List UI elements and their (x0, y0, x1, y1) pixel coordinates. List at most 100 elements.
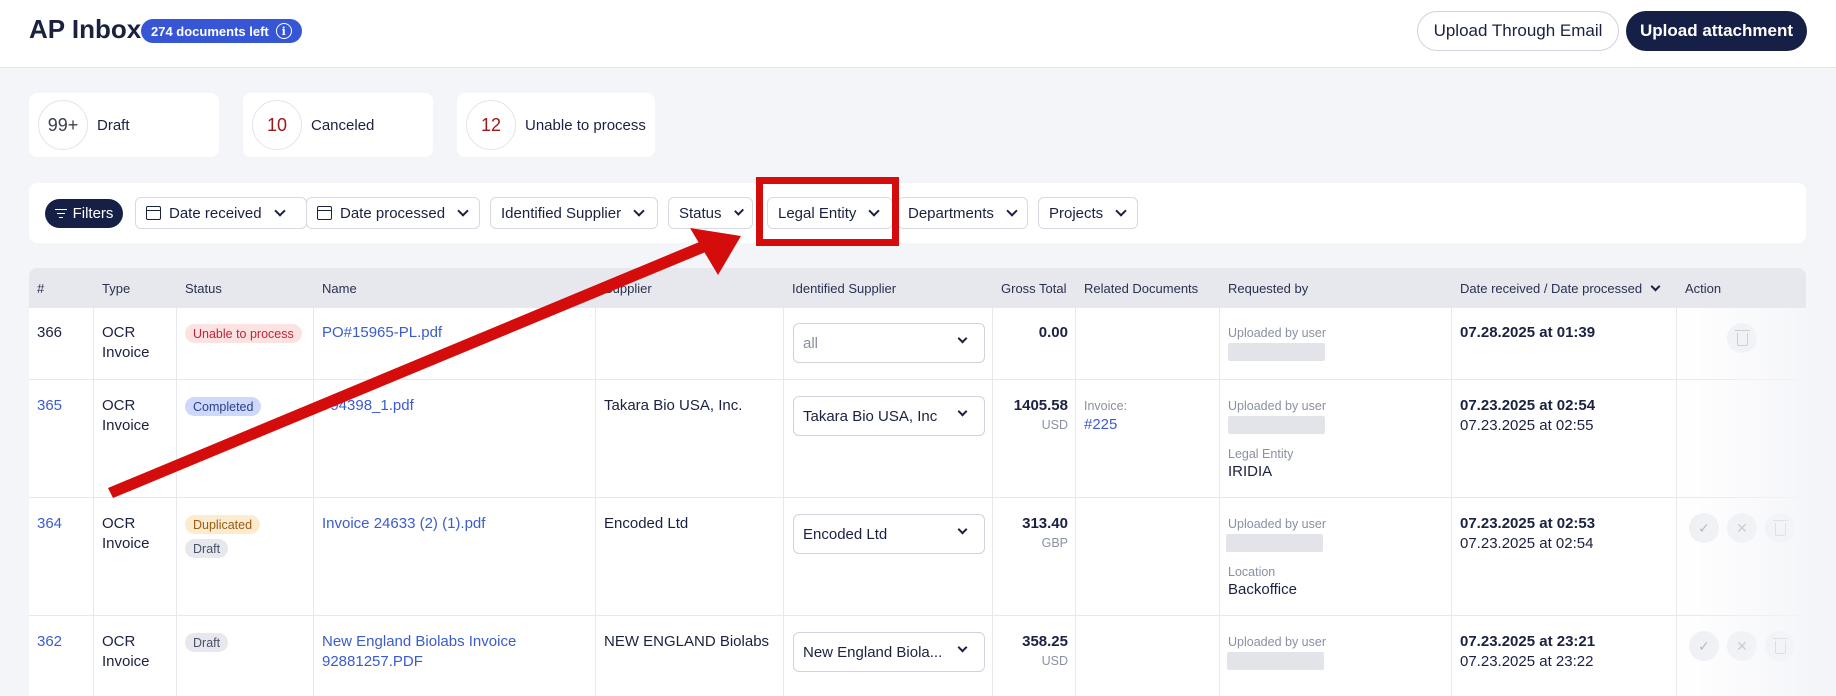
location-value: Backoffice (1228, 581, 1297, 598)
column-divider (783, 268, 784, 696)
stat-count: 10 (252, 100, 302, 150)
stat-card-draft[interactable]: 99+ Draft (29, 93, 219, 157)
column-header-date[interactable]: Date received / Date processed (1460, 268, 1661, 308)
redacted-user (1227, 652, 1324, 670)
column-header: # (37, 280, 45, 296)
calendar-icon (146, 206, 161, 220)
gross-total: 313.40 (1022, 515, 1068, 532)
column-divider (1451, 268, 1452, 696)
column-header: Supplier (604, 280, 652, 296)
row-divider (29, 615, 1806, 616)
status-badge: Draft (185, 539, 229, 558)
chevron-down-icon (1115, 205, 1127, 217)
document-name-link[interactable]: Invoice 24633 (2) (1).pdf (322, 514, 485, 534)
column-header: Type (102, 280, 131, 296)
reject-button[interactable]: ✕ (1727, 513, 1757, 543)
approve-button[interactable]: ✓ (1689, 631, 1719, 661)
row-number-link[interactable]: 365 (37, 396, 62, 416)
stat-count: 99+ (38, 100, 88, 150)
filter-date-received[interactable]: Date received (135, 197, 307, 229)
delete-button[interactable] (1765, 631, 1795, 661)
supplier-name: NEW ENGLAND Biolabs (604, 633, 770, 650)
row-number-link[interactable]: 362 (37, 632, 62, 652)
column-header: Date received / Date processed (1460, 280, 1643, 296)
filter-label: Date processed (340, 204, 446, 222)
reject-button[interactable]: ✕ (1727, 631, 1757, 661)
row-type: OCR Invoice (102, 324, 150, 361)
column-header: Action (1685, 280, 1722, 296)
document-name-link[interactable]: 794398_1.pdf (322, 396, 414, 416)
document-name-link[interactable]: New England Biolabs Invoice 92881257.PDF (322, 632, 562, 672)
status-badge: Completed (185, 397, 262, 416)
currency: USD (1041, 418, 1068, 432)
delete-button[interactable] (1727, 323, 1757, 353)
top-bar: AP Inbox 274 documents left i Upload Thr… (0, 0, 1836, 68)
requested-by-label: Uploaded by user (1228, 635, 1326, 649)
requested-by-label: Uploaded by user (1228, 326, 1326, 340)
row-number-link[interactable]: 364 (37, 514, 62, 534)
select-value: Takara Bio USA, Inc (803, 407, 938, 425)
delete-button[interactable] (1765, 513, 1795, 543)
chevron-down-icon (957, 524, 968, 535)
identified-supplier-select[interactable]: all (793, 323, 985, 363)
date-received: 07.28.2025 at 01:39 (1460, 324, 1596, 341)
trash-icon (1772, 638, 1788, 654)
supplier-name: Takara Bio USA, Inc. (604, 397, 743, 414)
chevron-down-icon (1006, 205, 1018, 217)
identified-supplier-select[interactable]: Takara Bio USA, Inc (793, 396, 985, 436)
column-header: Requested by (1228, 280, 1309, 296)
row-divider (29, 379, 1806, 380)
document-name-link[interactable]: PO#15965-PL.pdf (322, 323, 442, 343)
requested-by-label: Uploaded by user (1228, 517, 1326, 531)
column-header: Related Documents (1084, 280, 1199, 296)
chevron-down-icon (957, 406, 968, 417)
stat-card-canceled[interactable]: 10 Canceled (243, 93, 433, 157)
upload-through-email-button[interactable]: Upload Through Email (1417, 11, 1619, 51)
status-badge: Draft (185, 633, 229, 652)
column-header: Identified Supplier (792, 280, 897, 296)
approve-button[interactable]: ✓ (1689, 513, 1719, 543)
identified-supplier-select[interactable]: Encoded Ltd (793, 514, 985, 554)
column-header: Name (322, 280, 357, 296)
filter-departments[interactable]: Departments (897, 197, 1028, 229)
upload-attachment-button[interactable]: Upload attachment (1626, 11, 1807, 51)
column-divider (93, 268, 94, 696)
status-badge: Duplicated (185, 515, 261, 534)
date-processed: 07.23.2025 at 23:22 (1460, 653, 1594, 670)
filter-label: Departments (908, 204, 994, 222)
redacted-user (1228, 343, 1325, 361)
gross-total: 358.25 (1022, 633, 1068, 650)
table-header: # Type Status Name Supplier Identified S… (29, 268, 1806, 308)
column-header: Gross Total (1001, 280, 1067, 296)
filter-identified-supplier[interactable]: Identified Supplier (490, 197, 658, 229)
filter-projects[interactable]: Projects (1038, 197, 1138, 229)
row-type: OCR Invoice (102, 633, 150, 670)
filter-date-processed[interactable]: Date processed (306, 197, 480, 229)
filter-icon (54, 208, 67, 219)
gross-total: 0.00 (1038, 324, 1068, 341)
info-icon[interactable]: i (275, 23, 292, 39)
column-divider (595, 268, 596, 696)
chevron-down-icon (733, 205, 744, 217)
row-type: OCR Invoice (102, 515, 150, 552)
select-value: all (803, 334, 819, 352)
stat-card-unable-to-process[interactable]: 12 Unable to process (457, 93, 655, 157)
filters-button[interactable]: Filters (45, 199, 123, 228)
filter-status[interactable]: Status (668, 197, 753, 229)
redacted-user (1228, 416, 1325, 434)
documents-left-label: 274 documents left (151, 23, 269, 39)
identified-supplier-select[interactable]: New England Biola... (793, 632, 985, 672)
stat-label: Unable to process (525, 116, 646, 134)
chevron-down-icon (957, 642, 968, 653)
trash-icon (1734, 330, 1750, 346)
row-divider (29, 497, 1806, 498)
gross-total: 1405.58 (1013, 397, 1068, 414)
date-processed: 07.23.2025 at 02:55 (1460, 417, 1594, 434)
column-divider (1219, 268, 1220, 696)
column-divider (992, 268, 993, 696)
filter-label: Projects (1049, 204, 1104, 222)
close-icon: ✕ (1736, 519, 1748, 536)
page-title: AP Inbox (29, 14, 142, 44)
related-document-link[interactable]: #225 (1084, 415, 1117, 435)
chevron-down-icon (457, 205, 469, 217)
